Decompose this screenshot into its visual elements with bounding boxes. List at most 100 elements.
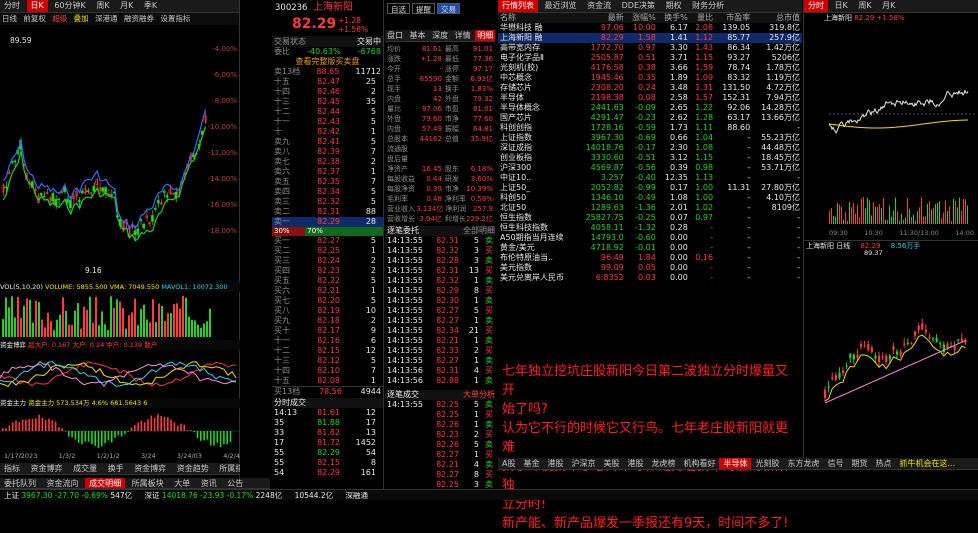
mini-tab-week[interactable]: 周K [854, 0, 875, 12]
ask-row[interactable]: 卖二 82.31 88 [272, 207, 383, 217]
market-row[interactable]: 恒生指数 25827.75 -0.25 0.07 0.97 - - [498, 213, 802, 223]
bid-row[interactable]: 买十 82.17 9 [272, 326, 383, 336]
col-last[interactable]: 最新 [577, 13, 626, 23]
alert-button[interactable]: 提醒 [412, 2, 435, 14]
tab-big-order[interactable]: 大单 [170, 478, 194, 488]
market-bottom-tab[interactable]: 期货 [847, 458, 871, 469]
tab-ticks[interactable]: 明细 [475, 30, 495, 41]
tab-capital-flow[interactable]: 资金流向 [43, 478, 83, 488]
toolbar-adjust[interactable]: 前复权 [23, 14, 46, 23]
market-bottom-tab[interactable]: 信号 [823, 458, 847, 469]
bid-row[interactable]: 买八 82.19 10 [272, 306, 383, 316]
col-vr[interactable]: 量比 [690, 13, 715, 23]
market-bottom-tab[interactable]: 港股 [623, 458, 647, 469]
bid-row[interactable]: 买七 82.20 5 [272, 296, 383, 306]
market-bottom-tab[interactable]: 美股 [599, 458, 623, 469]
market-row[interactable]: 科创50 1346.10 -0.49 1.08 1.00 - 4.10万亿 [498, 193, 802, 203]
bid-row[interactable]: 买五 82.22 5 [272, 276, 383, 286]
tab-fund-flow[interactable]: 资金流 [583, 0, 615, 12]
ask-row[interactable]: 卖五 82.35 7 [272, 177, 383, 187]
bid-row[interactable]: 买二 82.25 1 [272, 246, 383, 256]
ask-row[interactable]: 卖三 82.32 5 [272, 197, 383, 207]
mini-tab-month[interactable]: 月K [878, 0, 899, 12]
market-row[interactable]: 北证50 1289.63 -1.36 2.01 1.02 - 8109亿 [498, 203, 802, 213]
trade-button[interactable]: 交易 [437, 2, 460, 14]
tab-detail[interactable]: 详情 [453, 30, 473, 41]
tab-notice[interactable]: 公告 [223, 478, 247, 488]
ask-row[interactable]: 卖一 82.29 28 [272, 217, 383, 227]
ask-row[interactable]: 卖六 82.37 1 [272, 167, 383, 177]
toolbar-hk-connect[interactable]: 深港通 [95, 14, 118, 23]
toolbar-overlay[interactable]: 叠加 [74, 14, 89, 23]
market-row[interactable]: 半导体概念 2441.63 -0.09 2.65 1.22 92.06 14.28万亿 [498, 103, 802, 113]
market-row[interactable]: 恒生科技指数 4058.11 -1.32 0.28 - - - [498, 223, 802, 233]
market-bottom-tab[interactable]: 龙虎榜 [647, 458, 679, 469]
tab-handicap[interactable]: 盘口 [385, 30, 405, 41]
market-row[interactable]: 高带宽内存 1772.70 0.97 3.30 1.43 86.34 1.42万亿 [498, 43, 802, 53]
bid-row[interactable]: 买六 82.21 1 [272, 286, 383, 296]
market-row[interactable]: 创业板指 3330.60 -0.51 3.12 1.15 - 18.45万亿 [498, 153, 802, 163]
tab-capital-trend[interactable]: 资金趋势 [173, 463, 213, 474]
market-bottom-tab[interactable]: 基金 [519, 458, 543, 469]
big-order-tab-all[interactable]: 全部明细 [463, 226, 495, 236]
market-bottom-tab[interactable]: 机构看好 [679, 458, 719, 469]
toolbar-margin[interactable]: 融资融券 [124, 14, 154, 23]
market-row[interactable]: 科创创指 1728.16 -0.59 1.73 1.11 88.60 - [498, 123, 802, 133]
bid-row[interactable]: 十一 82.16 6 [272, 336, 383, 346]
tab-turnover[interactable]: 换手 [104, 463, 128, 474]
tab-volume[interactable]: 成交量 [69, 463, 101, 474]
ask-row[interactable]: 十二 82.44 5 [272, 107, 383, 117]
market-row[interactable]: 沪深300 4569.87 -0.56 0.39 0.98 - 53.71万亿 [498, 163, 802, 173]
tab-daily-k[interactable]: 日K [26, 0, 48, 12]
tab-recent[interactable]: 最近浏览 [541, 0, 581, 12]
tab-index[interactable]: 所属指数 [215, 463, 240, 474]
tab-week-k[interactable]: 周K [92, 0, 113, 12]
market-row[interactable]: 上证指数 3967.30 -0.69 0.66 1.04 - 55.23万亿 [498, 133, 802, 143]
tab-indicator[interactable]: 指标 [0, 463, 24, 474]
market-bottom-tab[interactable]: 光刻胶 [751, 458, 783, 469]
bid-row[interactable]: 十三 82.12 5 [272, 356, 383, 366]
tab-season-k[interactable]: 季K [140, 0, 161, 12]
market-row[interactable]: 电子化学品Ⅱ 2505.87 0.51 3.71 1.15 93.27 5206亿 [498, 53, 802, 63]
ask-row[interactable]: 十一 82.43 5 [272, 117, 383, 127]
bid-row[interactable]: 十四 82.10 7 [272, 366, 383, 376]
big-trades-tab[interactable]: 大单分析 [463, 390, 495, 400]
ask-row[interactable]: 卖四 82.34 5 [272, 187, 383, 197]
bid-row[interactable]: 买四 82.23 2 [272, 266, 383, 276]
col-chg[interactable]: 涨幅% [626, 13, 658, 23]
mini-tab-daily[interactable]: 日K [831, 0, 852, 12]
ask-row[interactable]: 十五 82.47 25 [272, 77, 383, 87]
market-bottom-tab[interactable]: A股 [498, 458, 519, 469]
col-turn[interactable]: 换手% [658, 13, 690, 23]
bid-row[interactable]: 买一 82.27 5 [272, 236, 383, 246]
tab-trade-detail[interactable]: 成交明细 [85, 478, 126, 488]
market-row[interactable]: 国产芯片 4291.47 -0.23 2.62 1.28 63.17 13.66万亿 [498, 113, 802, 123]
market-row[interactable]: 存储芯片 2308.20 0.24 3.48 1.31 131.50 4.72万亿 [498, 83, 802, 93]
ask-row[interactable]: 十 82.42 1 [272, 127, 383, 137]
ticker-link[interactable]: 抓牛机会在这... [895, 458, 959, 469]
bid-row[interactable]: 买三 82.24 2 [272, 256, 383, 266]
tab-order-queue[interactable]: 委托队列 [0, 478, 40, 488]
toolbar-daily[interactable]: 日线 [2, 14, 17, 23]
tab-basic[interactable]: 基本 [408, 30, 428, 41]
ask-row[interactable]: 卖七 82.38 2 [272, 157, 383, 167]
ask-row[interactable]: 十四 82.46 2 [272, 87, 383, 97]
market-row[interactable]: 中证10.. 3.257 -0.40 12.35 1.13 - - [498, 173, 802, 183]
tab-news[interactable]: 资讯 [197, 478, 221, 488]
market-row[interactable]: A50期指当月连续 14793.0 -0.60 0.00 - - - [498, 233, 802, 243]
market-bottom-tab[interactable]: 港股 [543, 458, 567, 469]
market-row[interactable]: 半导体 2198.38 0.08 2.58 1.57 152.31 7.94万亿 [498, 93, 802, 103]
market-bottom-tab[interactable]: 沪深京 [567, 458, 599, 469]
market-row[interactable]: 上证50_ 2052.82 -0.99 0.17 1.00 11.31 27.80万亿 [498, 183, 802, 193]
market-row[interactable]: 上海新阳 融 82.29 1.58 1.41 1.12 85.77 257.9亿 [498, 33, 802, 43]
tab-options[interactable]: 期权 [662, 0, 686, 12]
market-row[interactable]: 黄金/美元 4718.92 -0.01 0.00 - - - [498, 243, 802, 253]
market-bottom-tab[interactable]: 热点 [871, 458, 895, 469]
bid-row[interactable]: 十二 82.15 12 [272, 346, 383, 356]
tab-capital-game-2[interactable]: 资金博弈 [130, 463, 170, 474]
ask-row[interactable]: 十三 82.45 35 [272, 97, 383, 107]
market-row[interactable]: 光刻机(胶) 4176.58 0.38 3.66 1.59 78.74 1.78万亿 [498, 63, 802, 73]
ask-row[interactable]: 卖九 82.41 5 [272, 137, 383, 147]
full-book-link[interactable]: 查看完整版买卖盘 [296, 57, 360, 66]
mini-tab-minute[interactable]: 分时 [804, 0, 828, 12]
